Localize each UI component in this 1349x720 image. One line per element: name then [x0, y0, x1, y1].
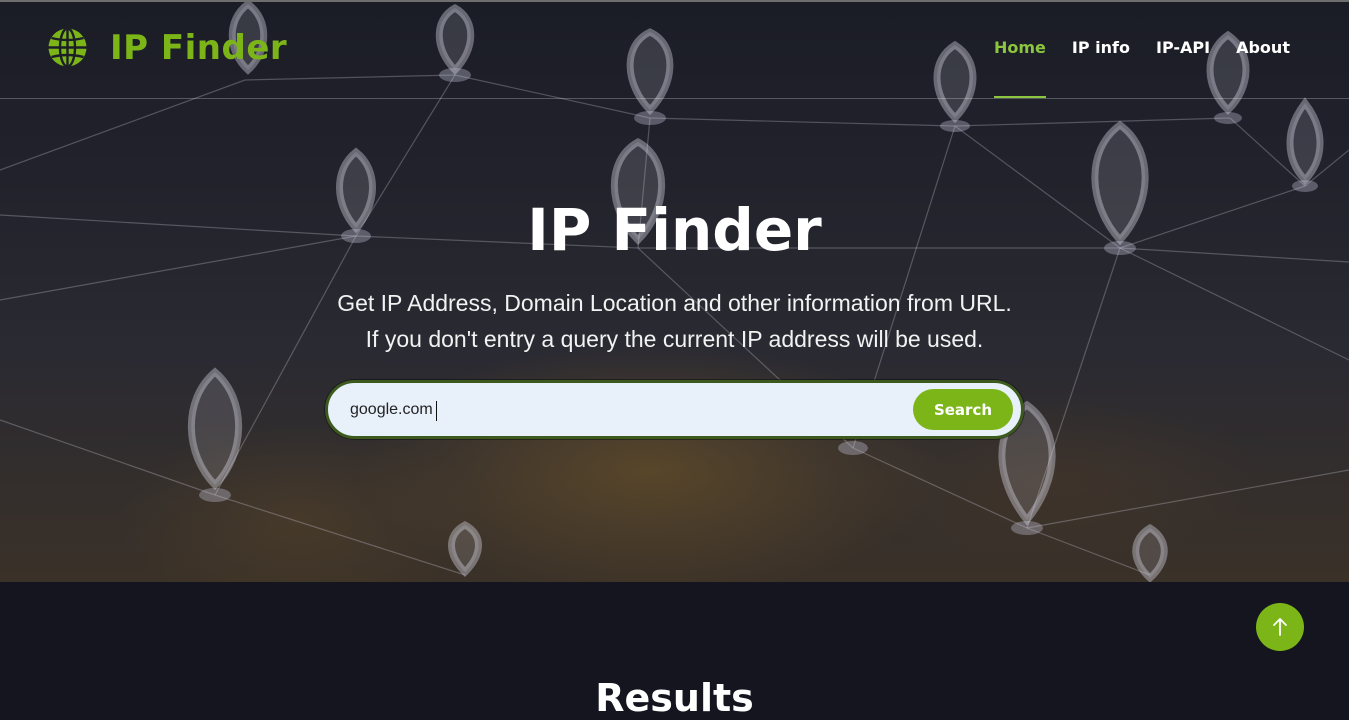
main-nav: Home IP info IP-API About: [994, 38, 1316, 98]
back-to-top-button[interactable]: [1256, 603, 1304, 651]
nav-home[interactable]: Home: [994, 38, 1046, 98]
nav-ip-info[interactable]: IP info: [1072, 38, 1130, 60]
arrow-up-icon: [1273, 618, 1287, 636]
search-bar: Search: [325, 380, 1024, 439]
results-heading: Results: [595, 676, 754, 720]
search-input[interactable]: [350, 397, 910, 423]
nav-about[interactable]: About: [1236, 38, 1290, 60]
hero-title: IP Finder: [527, 196, 822, 264]
globe-icon: [48, 27, 87, 68]
logo[interactable]: IP Finder: [47, 27, 287, 68]
text-caret: [436, 401, 437, 421]
hero-subtitle-line2: If you don't entry a query the current I…: [365, 326, 984, 352]
hero-subtitle-line1: Get IP Address, Domain Location and othe…: [337, 290, 1012, 316]
site-header: IP Finder Home IP info IP-API About: [0, 0, 1349, 99]
search-button[interactable]: Search: [913, 389, 1013, 430]
brand-name: IP Finder: [110, 27, 288, 68]
nav-ip-api[interactable]: IP-API: [1156, 38, 1210, 60]
